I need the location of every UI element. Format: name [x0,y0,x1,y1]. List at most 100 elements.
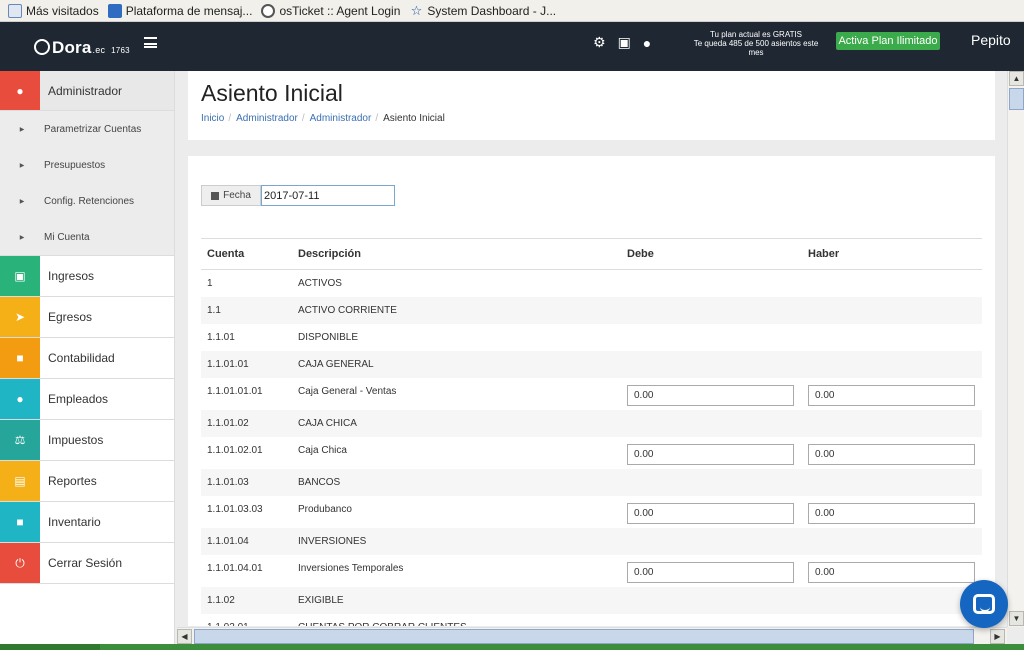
platform-icon [107,3,122,18]
video-camera-icon[interactable]: ▣ [618,34,631,51]
haber-input[interactable] [808,443,975,465]
vertical-scrollbar[interactable]: ▲ ▼ [1007,71,1024,627]
date-group: Fecha [201,185,395,206]
sidebar-item-label: Inventario [48,515,101,529]
scroll-up-icon[interactable]: ▲ [1009,71,1024,86]
user-name[interactable]: Pepito [971,32,1011,48]
chat-widget-button[interactable] [960,580,1008,628]
cell-haber [802,614,982,627]
cell-debe [621,296,802,324]
table-row: 1.1.02 EXIGIBLE [201,586,982,614]
submenu-item-parametrizar-cuentas[interactable]: ▶ Parametrizar Cuentas [0,111,174,147]
sidebar-item-cerrar-sesion[interactable]: ⏻ Cerrar Sesión [0,543,174,584]
cell-debe [621,496,802,528]
table-body: 1 ACTIVOS 1.1 ACTIVO CORRIENTE 1.1.01 DISPONI… [201,270,982,627]
chat-bubble-icon [973,594,995,614]
cell-haber [802,409,982,437]
date-input[interactable] [261,185,395,206]
scroll-right-icon[interactable]: ▶ [990,629,1005,644]
cell-haber [802,527,982,555]
cell-cuenta: 1.1.01.04 [201,527,292,555]
cell-debe [621,468,802,496]
plan-line-2: Te queda 485 de 500 asientos este mes [693,39,819,57]
submenu-item-config-retenciones[interactable]: ▶ Config. Retenciones [0,183,174,219]
cell-debe [621,527,802,555]
horizontal-scroll-thumb[interactable] [194,629,974,644]
sidebar-item-contabilidad[interactable]: ■ Contabilidad [0,338,174,379]
table-row: 1.1.01.01 CAJA GENERAL [201,350,982,378]
gear-icon[interactable]: ⚙ [593,34,606,51]
table-row: 1 ACTIVOS [201,270,982,297]
cell-descripcion: ACTIVO CORRIENTE [292,296,621,324]
column-header-descripcion: Descripción [292,238,621,270]
cell-cuenta: 1.1.02 [201,586,292,614]
hamburger-menu-icon[interactable] [144,37,157,48]
scroll-down-icon[interactable]: ▼ [1009,611,1024,626]
column-header-debe: Debe [621,238,802,270]
haber-input[interactable] [808,502,975,524]
cell-haber [802,468,982,496]
sidebar-item-egresos[interactable]: ➤ Egresos [0,297,174,338]
logo-text: Dora [52,38,92,57]
sidebar-item-ingresos[interactable]: ▣ Ingresos [0,256,174,297]
vertical-scroll-thumb[interactable] [1009,88,1024,110]
debe-input[interactable] [627,502,794,524]
debe-input[interactable] [627,443,794,465]
box-icon: ■ [0,502,40,542]
sidebar-item-reportes[interactable]: ▤ Reportes [0,461,174,502]
submenu-label: Presupuestos [44,159,106,171]
bookmark-system-dashboard[interactable]: ☆ System Dashboard - J... [409,2,557,18]
cell-debe [621,437,802,469]
caret-right-icon: ▶ [19,198,25,205]
app-logo[interactable]: Dora .ec 1763 [34,37,130,58]
bookmark-label: Plataforma de mensaj... [125,3,253,18]
sidebar-item-inventario[interactable]: ■ Inventario [0,502,174,543]
cell-debe [621,614,802,627]
scroll-left-icon[interactable]: ◀ [177,629,192,644]
bookmark-osticket[interactable]: osTicket :: Agent Login [261,3,400,18]
haber-input[interactable] [808,561,975,583]
breadcrumb-administrador-2[interactable]: Administrador [310,113,372,124]
sidebar-item-impuestos[interactable]: ⚖ Impuestos [0,420,174,461]
sidebar-item-empleados[interactable]: ● Empleados [0,379,174,420]
table-header-row: Cuenta Descripción Debe Haber [201,238,982,270]
sidebar-item-administrador[interactable]: ● Administrador [0,71,174,111]
money-icon: ▣ [0,256,40,296]
cell-cuenta: 1.1.01.03 [201,468,292,496]
admin-submenu: ▶ Parametrizar Cuentas ▶ Presupuestos ▶ … [0,111,174,256]
debe-input[interactable] [627,561,794,583]
submenu-label: Config. Retenciones [44,195,135,207]
jira-icon: ☆ [410,2,423,18]
bookmark-plataforma[interactable]: Plataforma de mensaj... [107,3,253,18]
sign-in-icon: ➤ [0,297,40,337]
sidebar-item-label: Empleados [48,392,109,406]
table-row: 1.1.01.04 INVERSIONES [201,527,982,555]
cell-descripcion: BANCOS [292,468,621,496]
sidebar: ● Administrador ▶ Parametrizar Cuentas ▶… [0,71,175,644]
activate-plan-button[interactable]: Activa Plan Ilimitado [836,32,940,50]
debe-input[interactable] [627,384,794,406]
haber-input[interactable] [808,384,975,406]
cell-descripcion: CAJA GENERAL [292,350,621,378]
status-bar-left [0,644,100,650]
breadcrumb-administrador[interactable]: Administrador [236,113,298,124]
submenu-item-mi-cuenta[interactable]: ▶ Mi Cuenta [0,219,174,255]
calendar-icon [211,191,220,200]
cell-haber [802,555,982,587]
table-row: 1.1.01.02.01 Caja Chica [201,437,982,469]
submenu-label: Parametrizar Cuentas [44,123,142,135]
osticket-icon [261,3,276,18]
cell-descripcion: Inversiones Temporales [298,562,404,574]
sidebar-item-label: Administrador [48,83,123,98]
briefcase-icon: ■ [0,338,40,378]
breadcrumb-inicio[interactable]: Inicio [201,113,224,124]
breadcrumb-current: Asiento Inicial [383,113,445,124]
breadcrumb-separator: / [301,113,305,124]
bookmark-mas-visitados[interactable]: Más visitados [8,3,99,18]
user-icon[interactable]: ● [643,35,651,51]
submenu-item-presupuestos[interactable]: ▶ Presupuestos [0,147,174,183]
cell-descripcion: CAJA CHICA [292,409,621,437]
horizontal-scrollbar[interactable]: ◀ ▶ [177,627,1007,644]
cell-cuenta: 1.1.01.01.01 [207,385,263,397]
cell-descripcion: EXIGIBLE [292,586,621,614]
